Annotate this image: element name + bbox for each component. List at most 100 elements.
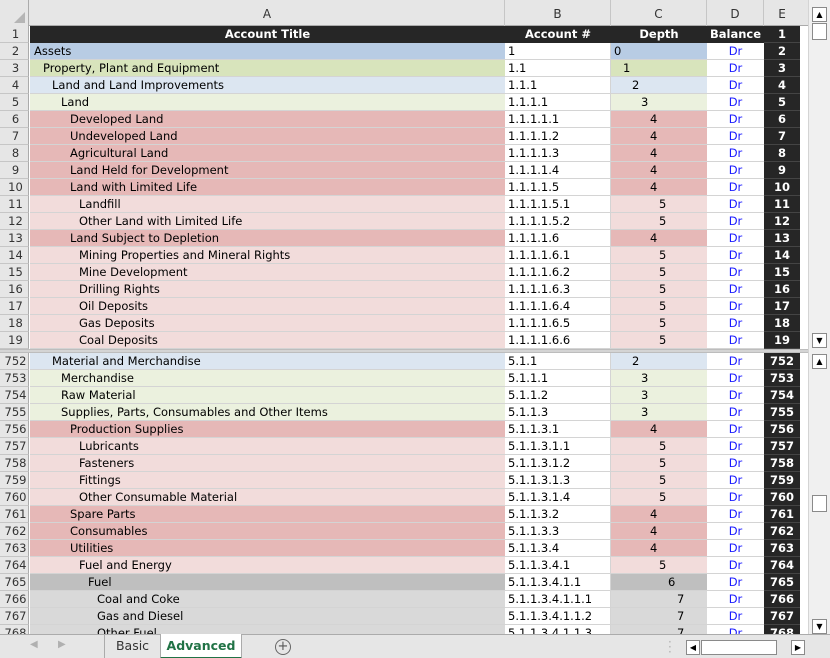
depth-cell[interactable]: 5 — [611, 455, 707, 472]
balance-cell[interactable]: Dr — [707, 370, 764, 387]
depth-cell[interactable]: 4 — [611, 128, 707, 145]
account-title-cell[interactable]: Fittings — [30, 472, 505, 489]
account-number-cell[interactable]: 5.1.1.3.1 — [505, 421, 611, 438]
tab-next-icon[interactable]: ▶ — [58, 639, 66, 650]
e-cell[interactable]: 763 — [764, 540, 800, 557]
depth-cell[interactable]: 4 — [611, 540, 707, 557]
depth-cell[interactable]: 5 — [611, 332, 707, 349]
account-title-cell[interactable]: Other Fuel — [30, 625, 505, 634]
row-number[interactable]: 19 — [0, 332, 29, 349]
balance-cell[interactable]: Dr — [707, 94, 764, 111]
row-number[interactable]: 12 — [0, 213, 29, 230]
account-number-cell[interactable]: 5.1.1.3.4.1.1.1 — [505, 591, 611, 608]
e-cell[interactable]: 761 — [764, 506, 800, 523]
row-number[interactable]: 766 — [0, 591, 29, 608]
e-cell[interactable]: 4 — [764, 77, 800, 94]
account-number-cell[interactable]: 1.1.1.1.6.4 — [505, 298, 611, 315]
e-cell[interactable]: 765 — [764, 574, 800, 591]
e-cell[interactable]: 760 — [764, 489, 800, 506]
depth-cell[interactable]: 5 — [611, 489, 707, 506]
account-title-cell[interactable]: Land Subject to Depletion — [30, 230, 505, 247]
account-title-cell[interactable]: Supplies, Parts, Consumables and Other I… — [30, 404, 505, 421]
account-title-cell[interactable]: Fuel and Energy — [30, 557, 505, 574]
header-account-number[interactable]: Account # — [505, 26, 611, 43]
horizontal-scroll-thumb[interactable] — [701, 640, 777, 655]
e-cell[interactable]: 753 — [764, 370, 800, 387]
account-title-cell[interactable]: Land and Land Improvements — [30, 77, 505, 94]
account-number-cell[interactable]: 5.1.1.3 — [505, 404, 611, 421]
row-number[interactable]: 756 — [0, 421, 29, 438]
account-title-cell[interactable]: Spare Parts — [30, 506, 505, 523]
top-vertical-scrollbar[interactable]: ▲ ▼ — [808, 0, 830, 351]
account-number-cell[interactable]: 5.1.1.3.1.4 — [505, 489, 611, 506]
depth-cell[interactable]: 4 — [611, 111, 707, 128]
row-number[interactable]: 759 — [0, 472, 29, 489]
account-title-cell[interactable]: Other Land with Limited Life — [30, 213, 505, 230]
e-cell[interactable]: 18 — [764, 315, 800, 332]
balance-cell[interactable]: Dr — [707, 387, 764, 404]
row-number[interactable]: 757 — [0, 438, 29, 455]
account-number-cell[interactable]: 5.1.1.3.4.1 — [505, 557, 611, 574]
e-cell[interactable]: 755 — [764, 404, 800, 421]
e-cell[interactable]: 10 — [764, 179, 800, 196]
row-number[interactable]: 760 — [0, 489, 29, 506]
account-title-cell[interactable]: Undeveloped Land — [30, 128, 505, 145]
balance-cell[interactable]: Dr — [707, 557, 764, 574]
balance-cell[interactable]: Dr — [707, 523, 764, 540]
row-number[interactable]: 18 — [0, 315, 29, 332]
depth-cell[interactable]: 6 — [611, 574, 707, 591]
scroll-left-icon[interactable]: ◀ — [686, 640, 700, 655]
e-cell[interactable]: 17 — [764, 298, 800, 315]
depth-cell[interactable]: 5 — [611, 264, 707, 281]
e-cell[interactable]: 759 — [764, 472, 800, 489]
e-cell[interactable]: 2 — [764, 43, 800, 60]
row-number[interactable]: 754 — [0, 387, 29, 404]
depth-cell[interactable]: 2 — [611, 77, 707, 94]
account-number-cell[interactable]: 5.1.1.3.1.2 — [505, 455, 611, 472]
account-title-cell[interactable]: Material and Merchandise — [30, 353, 505, 370]
account-number-cell[interactable]: 5.1.1.3.1.3 — [505, 472, 611, 489]
row-number[interactable]: 1 — [0, 26, 29, 43]
row-number[interactable]: 13 — [0, 230, 29, 247]
header-balance[interactable]: Balance — [707, 26, 764, 43]
account-number-cell[interactable]: 1.1.1.1.6.5 — [505, 315, 611, 332]
e-cell[interactable]: 758 — [764, 455, 800, 472]
account-number-cell[interactable]: 1.1.1.1.3 — [505, 145, 611, 162]
e-cell[interactable]: 752 — [764, 353, 800, 370]
tab-prev-icon[interactable]: ◀ — [30, 639, 38, 650]
account-title-cell[interactable]: Mine Development — [30, 264, 505, 281]
account-number-cell[interactable]: 1 — [505, 43, 611, 60]
account-number-cell[interactable]: 1.1.1.1.6.3 — [505, 281, 611, 298]
scroll-down-icon[interactable]: ▼ — [812, 619, 827, 634]
column-header-c[interactable]: C — [611, 0, 707, 26]
balance-cell[interactable]: Dr — [707, 574, 764, 591]
account-number-cell[interactable]: 5.1.1 — [505, 353, 611, 370]
e-cell[interactable]: 7 — [764, 128, 800, 145]
account-number-cell[interactable]: 5.1.1.3.4.1.1.2 — [505, 608, 611, 625]
horizontal-scrollbar[interactable]: ◀ ▶ — [686, 640, 806, 655]
account-title-cell[interactable]: Gas Deposits — [30, 315, 505, 332]
balance-cell[interactable]: Dr — [707, 506, 764, 523]
account-title-cell[interactable]: Property, Plant and Equipment — [30, 60, 505, 77]
account-number-cell[interactable]: 1.1.1.1.4 — [505, 162, 611, 179]
account-title-cell[interactable]: Fuel — [30, 574, 505, 591]
account-title-cell[interactable]: Developed Land — [30, 111, 505, 128]
account-title-cell[interactable]: Coal Deposits — [30, 332, 505, 349]
row-number[interactable]: 765 — [0, 574, 29, 591]
balance-cell[interactable]: Dr — [707, 332, 764, 349]
account-number-cell[interactable]: 1.1.1.1.6.1 — [505, 247, 611, 264]
depth-cell[interactable]: 5 — [611, 281, 707, 298]
account-title-cell[interactable]: Utilities — [30, 540, 505, 557]
depth-cell[interactable]: 3 — [611, 387, 707, 404]
account-number-cell[interactable]: 1.1.1.1.5.1 — [505, 196, 611, 213]
tab-splitter-handle[interactable]: · · · — [668, 636, 672, 658]
row-number[interactable]: 761 — [0, 506, 29, 523]
depth-cell[interactable]: 1 — [611, 60, 707, 77]
balance-cell[interactable]: Dr — [707, 230, 764, 247]
column-header-d[interactable]: D — [707, 0, 764, 26]
balance-cell[interactable]: Dr — [707, 438, 764, 455]
balance-cell[interactable]: Dr — [707, 315, 764, 332]
row-number[interactable]: 768 — [0, 625, 29, 634]
depth-cell[interactable]: 7 — [611, 591, 707, 608]
depth-cell[interactable]: 5 — [611, 315, 707, 332]
